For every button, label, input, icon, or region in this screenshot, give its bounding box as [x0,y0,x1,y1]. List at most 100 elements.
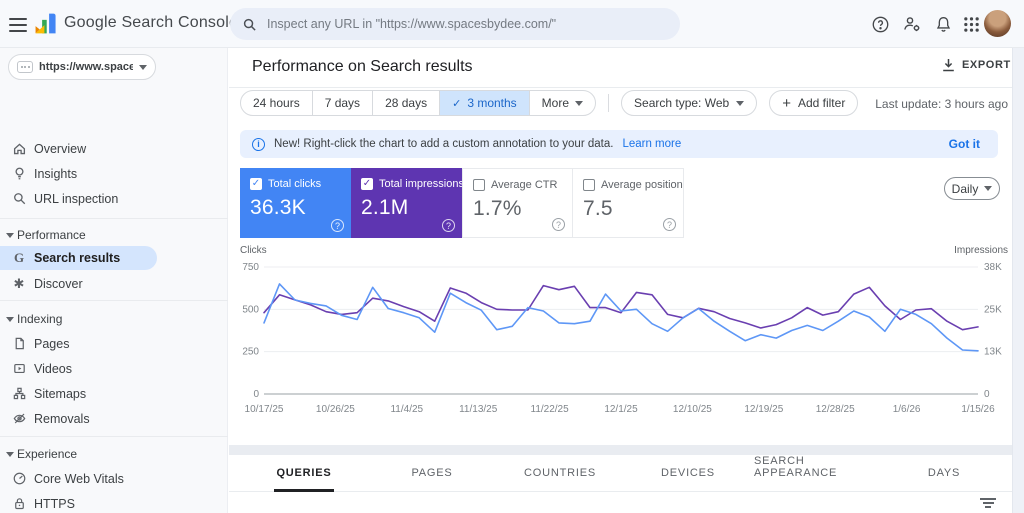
chevron-down-icon [575,101,583,106]
range-chip-more[interactable]: More [529,90,596,116]
svg-text:11/22/25: 11/22/25 [531,404,570,415]
search-console-logo-icon[interactable] [34,11,59,36]
section-indexing[interactable]: Indexing [0,309,220,329]
tab-devices[interactable]: DEVICES [624,455,752,492]
info-icon: i [252,138,265,151]
divider [229,87,1012,88]
chevron-down-icon [984,186,992,191]
check-icon: ✓ [452,97,461,110]
add-filter-button[interactable]: + Add filter [769,90,858,116]
sidebar-item-overview[interactable]: Overview [0,136,220,161]
tab-countries[interactable]: COUNTRIES [496,455,624,492]
range-chip-24-hours[interactable]: 24 hours [240,90,313,116]
divider [229,445,1012,455]
svg-text:12/28/25: 12/28/25 [816,404,855,415]
search-input[interactable] [267,17,668,31]
apps-grid-icon[interactable] [959,12,983,36]
sidebar-item-url-inspection[interactable]: URL inspection [0,186,220,211]
plus-icon: + [782,96,791,111]
metric-card-average-position[interactable]: Average position 7.5 ? [573,168,684,238]
total-clicks-value: 36.3K [250,196,341,220]
user-settings-icon[interactable] [900,12,924,36]
help-icon[interactable]: ? [442,219,455,232]
chevron-down-icon [736,101,744,106]
svg-text:0: 0 [984,389,990,400]
discover-asterisk-icon: ✱ [11,276,27,292]
svg-text:11/4/25: 11/4/25 [390,404,423,415]
sidebar-item-https[interactable]: HTTPS [0,491,220,513]
metric-card-average-ctr[interactable]: Average CTR 1.7% ? [462,168,573,238]
sidebar-item-core-web-vitals[interactable]: Core Web Vitals [0,466,220,491]
sidebar-item-insights[interactable]: Insights [0,161,220,186]
tab-queries[interactable]: QUERIES [240,455,368,492]
performance-chart[interactable]: ClicksImpressions75038K50025K25013K0010/… [240,243,1008,423]
svg-text:12/10/25: 12/10/25 [673,404,712,415]
help-icon[interactable] [868,12,892,36]
average-ctr-value: 1.7% [473,197,562,221]
average-position-value: 7.5 [583,197,673,221]
sidebar-item-pages[interactable]: Pages [0,331,220,356]
divider [0,300,228,301]
gauge-icon [11,471,27,487]
chevron-down-icon [6,452,14,457]
top-bar: Google Search Console [0,0,1024,48]
divider [608,94,609,112]
help-icon[interactable]: ? [552,218,565,231]
help-icon[interactable]: ? [331,219,344,232]
svg-text:25K: 25K [984,304,1002,315]
search-type-filter[interactable]: Search type: Web [621,90,757,116]
lock-icon [11,496,27,512]
section-performance[interactable]: Performance [0,225,220,245]
sidebar-item-sitemaps[interactable]: Sitemaps [0,381,220,406]
range-chip-3-months-selected[interactable]: ✓ 3 months [439,90,530,116]
chevron-down-icon [6,233,14,238]
search-icon [242,17,257,32]
svg-text:38K: 38K [984,262,1002,273]
url-inspect-searchbar[interactable] [230,8,680,40]
table-filter-icon[interactable] [980,498,996,510]
google-search-console-app: Google Search Console [0,0,1024,513]
metric-tiles: ✓ Total clicks 36.3K ? ✓ Total impressio… [240,168,684,238]
videos-icon [11,361,27,377]
svg-text:500: 500 [242,304,259,315]
checkbox-checked-icon[interactable]: ✓ [250,178,262,190]
range-chip-28-days[interactable]: 28 days [372,90,440,116]
metric-card-total-impressions[interactable]: ✓ Total impressions 2.1M ? [351,168,462,238]
property-selector[interactable]: https://www.spacesbyd... [8,54,156,80]
home-icon [11,141,27,157]
metric-card-total-clicks[interactable]: ✓ Total clicks 36.3K ? [240,168,351,238]
help-icon[interactable]: ? [663,218,676,231]
svg-text:12/19/25: 12/19/25 [744,404,783,415]
checkbox-checked-icon[interactable]: ✓ [361,178,373,190]
granularity-dropdown[interactable]: Daily [944,177,1000,200]
chevron-down-icon [139,65,147,70]
export-button[interactable]: EXPORT [942,58,1011,72]
sidebar-item-discover[interactable]: ✱ Discover [0,271,220,296]
scrollbar-track[interactable] [1012,48,1024,513]
account-avatar[interactable] [984,10,1011,37]
svg-text:Impressions: Impressions [954,245,1008,256]
got-it-button[interactable]: Got it [943,137,986,151]
banner-message: New! Right-click the chart to add a cust… [274,138,613,150]
svg-text:0: 0 [253,389,259,400]
property-type-icon [17,61,33,73]
range-chip-7-days[interactable]: 7 days [312,90,373,116]
property-url: https://www.spacesbyd... [39,61,133,73]
tab-search-appearance[interactable]: SEARCH APPEARANCE [752,455,880,492]
checkbox-unchecked-icon[interactable] [473,179,485,191]
eye-off-icon [11,411,27,427]
notifications-bell-icon[interactable] [931,12,955,36]
section-experience[interactable]: Experience [0,444,220,464]
magnifier-icon [11,191,27,207]
hamburger-menu-icon[interactable] [8,14,28,34]
sidebar-item-search-results[interactable]: G Search results [0,246,157,270]
checkbox-unchecked-icon[interactable] [583,179,595,191]
svg-text:11/13/25: 11/13/25 [459,404,498,415]
sidebar-item-removals[interactable]: Removals [0,406,220,431]
sidebar-item-videos[interactable]: Videos [0,356,220,381]
svg-text:1/15/26: 1/15/26 [961,404,995,415]
tab-days[interactable]: DAYS [880,455,1008,492]
tab-pages[interactable]: PAGES [368,455,496,492]
last-update-text: Last update: 3 hours ago [875,97,1008,111]
learn-more-link[interactable]: Learn more [622,138,681,150]
